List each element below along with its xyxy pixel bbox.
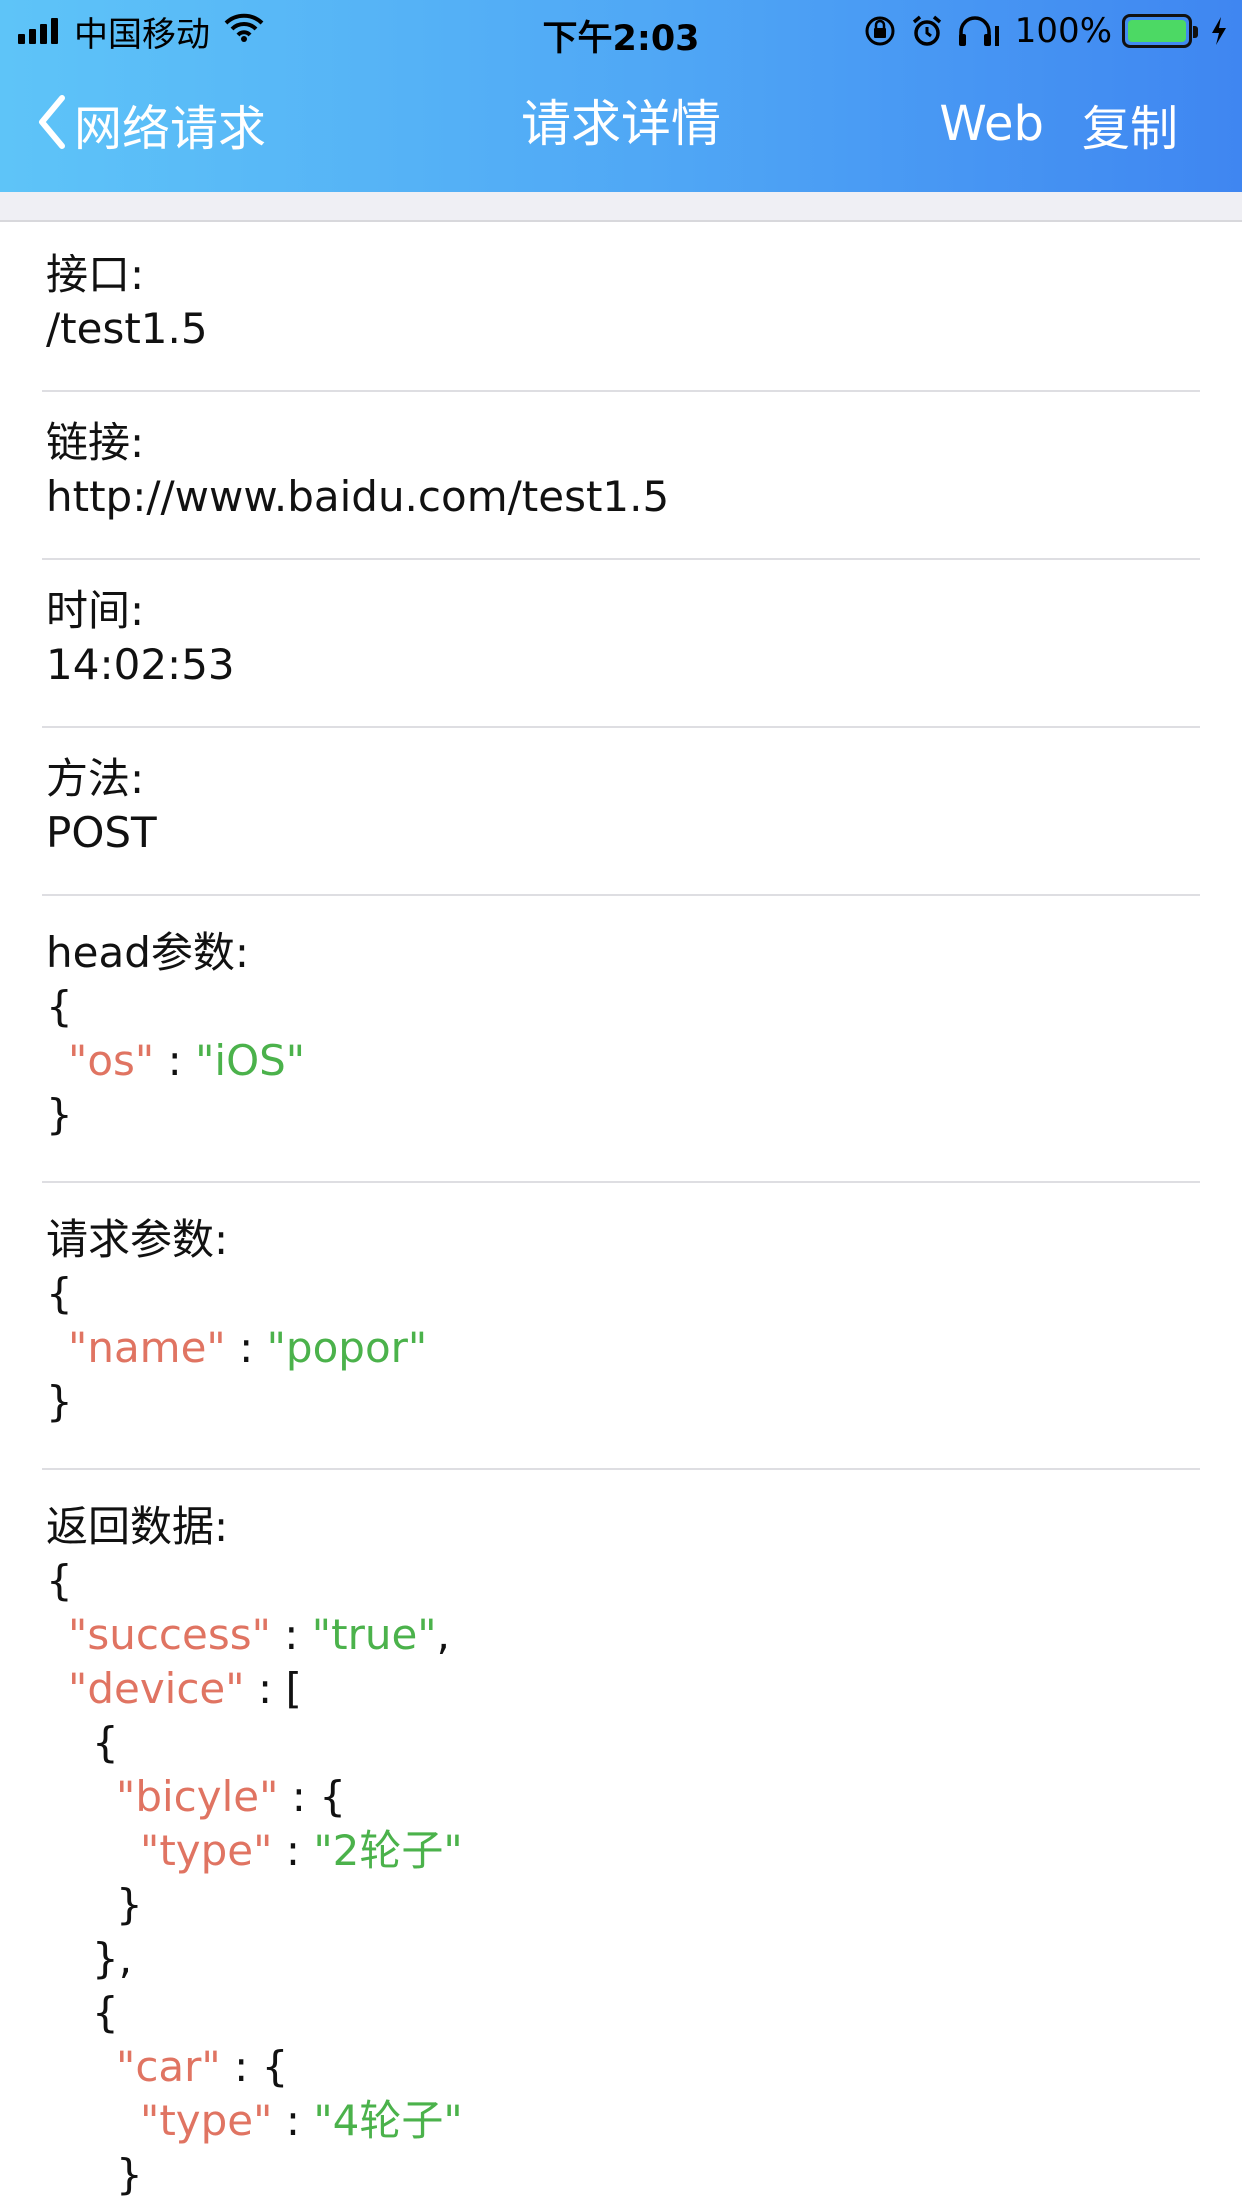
json-separator: : — [225, 1323, 267, 1372]
json-separator: : { — [220, 2042, 289, 2091]
alarm-icon — [911, 14, 943, 48]
carrier-name: 中国移动 — [74, 14, 210, 55]
json-brace-open: { — [46, 1269, 73, 1318]
json-line: "name" : "popor" — [46, 1321, 1154, 1375]
json-brace-close: } — [116, 2150, 143, 2199]
json-line: "device" : [ — [46, 1662, 1154, 1716]
battery-percent: 100% — [1014, 11, 1112, 51]
back-label: 网络请求 — [74, 101, 267, 157]
chevron-left-icon — [36, 94, 66, 154]
headphones-icon — [957, 14, 1001, 48]
json-key: "type" — [140, 1826, 273, 1875]
copy-button[interactable]: 复制 — [1082, 89, 1178, 159]
json-string-value: "popor" — [266, 1323, 428, 1372]
api-value: /test1.5 — [46, 304, 208, 353]
json-brace-close: }, — [92, 1934, 133, 1983]
json-separator: : — [270, 1610, 312, 1659]
status-bar: 中国移动 下午2:03 100% — [0, 0, 1242, 62]
header: 中国移动 下午2:03 100% 网络请求 请求详情 Web 复制 — [0, 0, 1242, 192]
json-separator: : — [272, 2096, 314, 2145]
json-brace-close: } — [116, 1880, 143, 1929]
detail-row-request-params: 请求参数: { "name" : "popor" } — [42, 1183, 1200, 1470]
json-line: "bicyle" : { — [46, 1770, 1154, 1824]
detail-list: 接口: /test1.5 链接: http://www.baidu.com/te… — [0, 224, 1242, 2202]
json-separator: : { — [278, 1772, 346, 1821]
status-right: 100% — [849, 10, 1228, 52]
json-line: "os" : "iOS" — [46, 1034, 1154, 1088]
url-value: http://www.baidu.com/test1.5 — [46, 472, 670, 521]
json-separator: : [ — [244, 1664, 302, 1713]
json-comma: , — [436, 1610, 450, 1659]
url-label: 链接: — [46, 418, 145, 467]
web-button[interactable]: Web — [939, 96, 1044, 152]
time-value: 14:02:53 — [46, 640, 235, 689]
detail-row-url: 链接: http://www.baidu.com/test1.5 — [42, 392, 1200, 560]
json-brace-open: { — [92, 1988, 119, 2037]
json-key: "bicyle" — [116, 1772, 279, 1821]
method-value: POST — [46, 808, 157, 857]
nav-actions: Web 复制 — [901, 89, 1178, 159]
json-line: "car" : { — [46, 2040, 1154, 2094]
json-key: "car" — [116, 2042, 221, 2091]
time-label: 时间: — [46, 586, 145, 635]
json-line: "type" : "2轮子" — [46, 1824, 1154, 1878]
battery-icon — [1122, 14, 1198, 48]
json-string-value: "true" — [311, 1610, 437, 1659]
head-params-label: head参数: — [46, 928, 250, 977]
json-key: "name" — [68, 1323, 226, 1372]
json-brace-close: } — [46, 1090, 73, 1139]
detail-row-method: 方法: POST — [42, 728, 1200, 896]
section-gap — [0, 192, 1242, 222]
json-key: "os" — [68, 1036, 155, 1085]
charging-bolt-icon — [1210, 16, 1228, 46]
detail-row-head-params: head参数: { "os" : "iOS" } — [42, 896, 1200, 1183]
method-label: 方法: — [46, 754, 145, 803]
json-brace-open: { — [92, 1718, 119, 1767]
json-key: "device" — [68, 1664, 245, 1713]
json-brace-open: { — [46, 982, 73, 1031]
orientation-lock-icon — [863, 14, 897, 48]
request-params-label: 请求参数: — [46, 1215, 229, 1264]
json-line: "type" : "4轮子" — [46, 2094, 1154, 2148]
detail-row-time: 时间: 14:02:53 — [42, 560, 1200, 728]
json-string-value: "4轮子" — [313, 2096, 463, 2145]
detail-row-api: 接口: /test1.5 — [42, 224, 1200, 392]
json-separator: : — [272, 1826, 314, 1875]
battery-fill — [1128, 20, 1186, 42]
json-brace-close: } — [46, 1377, 73, 1426]
json-brace-open: { — [46, 1556, 73, 1605]
navigation-bar: 网络请求 请求详情 Web 复制 — [0, 62, 1242, 192]
json-line: "success" : "true", — [46, 1608, 1154, 1662]
json-key: "success" — [68, 1610, 271, 1659]
back-button[interactable]: 网络请求 — [36, 92, 267, 157]
json-separator: : — [154, 1036, 196, 1085]
json-string-value: "iOS" — [195, 1036, 306, 1085]
detail-row-response: 返回数据: { "success" : "true", "device" : [… — [42, 1470, 1200, 2202]
json-string-value: "2轮子" — [313, 1826, 463, 1875]
cellular-signal-icon — [18, 18, 62, 44]
wifi-icon — [224, 11, 264, 51]
api-label: 接口: — [46, 250, 145, 299]
response-label: 返回数据: — [46, 1502, 229, 1551]
status-left: 中国移动 — [18, 10, 264, 55]
json-key: "type" — [140, 2096, 273, 2145]
